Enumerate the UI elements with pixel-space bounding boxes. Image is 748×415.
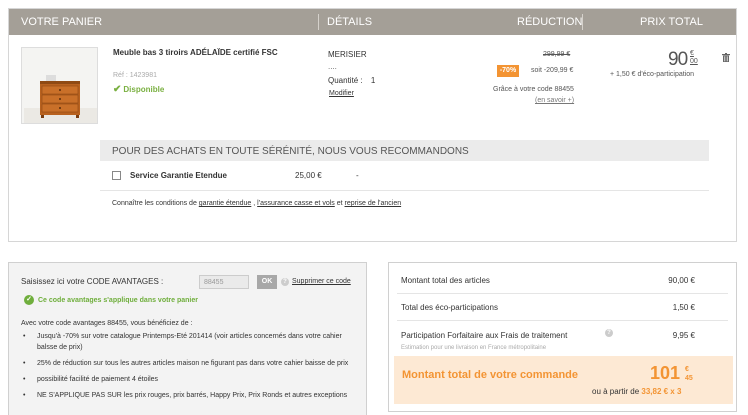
summary-value-fees: 9,95 €	[672, 331, 695, 340]
help-icon[interactable]: ?	[605, 329, 613, 337]
header-panier: VOTRE PANIER	[21, 16, 103, 28]
promo-intro: Avec votre code avantages 88455, vous bé…	[21, 320, 193, 327]
currency-symbol: €	[685, 366, 689, 373]
total-cents: € 45	[685, 365, 693, 383]
conditions-sep: et	[334, 200, 345, 207]
promo-label: Saisissez ici votre CODE AVANTAGES :	[21, 277, 164, 286]
header-reduction: RÉDUCTION	[517, 16, 583, 28]
total-cents-value: 45	[685, 375, 693, 382]
promo-code-input[interactable]	[199, 275, 249, 289]
header-divider	[318, 14, 319, 30]
header-details: DÉTAILS	[327, 16, 373, 28]
promo-panel: Saisissez ici votre CODE AVANTAGES : OK …	[8, 262, 367, 415]
takeback-link[interactable]: reprise de l'ancien	[345, 200, 402, 207]
summary-label-articles: Montant total des articles	[401, 276, 490, 285]
installments: ou à partir de 33,82 € x 3	[592, 387, 681, 396]
cart-panel: VOTRE PANIER DÉTAILS RÉDUCTION PRIX TOTA…	[8, 8, 737, 242]
check-icon: ✔	[113, 84, 122, 95]
summary-value-articles: 90,00 €	[668, 276, 695, 285]
summary-label-fees: Participation Forfaitaire aux Frais de t…	[401, 331, 568, 340]
modify-link[interactable]: Modifier	[329, 90, 354, 97]
product-name[interactable]: Meuble bas 3 tiroirs ADÉLAÏDE certifié F…	[113, 47, 303, 58]
list-item: possibilité facilité de paiement 4 étoil…	[23, 374, 358, 385]
remove-code-link[interactable]: Supprimer ce code	[292, 278, 351, 285]
trash-icon[interactable]	[722, 53, 730, 62]
insurance-link[interactable]: l'assurance casse et vols	[257, 200, 335, 207]
check-circle-icon: ✓	[24, 295, 34, 305]
summary-value-eco: 1,50 €	[672, 303, 695, 312]
success-text: Ce code avantages s'applique dans votre …	[38, 296, 198, 304]
learn-more-link[interactable]: (en savoir +)	[535, 97, 574, 104]
detail-extra: ....	[328, 62, 337, 71]
quantity: Quantité : 1	[328, 76, 375, 85]
service-name: Service Garantie Etendue	[130, 171, 227, 180]
currency-symbol: €	[690, 50, 694, 57]
help-icon[interactable]: ?	[281, 278, 289, 286]
service-price: 25,00 €	[295, 171, 322, 180]
product-image[interactable]	[21, 47, 98, 124]
list-item: 25% de réduction sur tous les autres art…	[23, 358, 358, 369]
delivery-note: Estimation pour une livraison en France …	[401, 345, 547, 351]
detail-color: MERISIER	[328, 50, 367, 59]
divider	[397, 320, 728, 321]
order-summary: Montant total des articles 90,00 € Total…	[388, 262, 737, 412]
conditions-prefix: Connaître les conditions de	[112, 200, 199, 207]
code-note: Grâce à votre code 88455	[493, 86, 574, 93]
total-box: Montant total de votre commande 101 € 45…	[394, 356, 733, 404]
warranty-link[interactable]: garantie étendue	[199, 200, 252, 207]
service-row: Service Garantie Etendue 25,00 € -	[100, 161, 709, 191]
divider	[397, 293, 728, 294]
service-extra: -	[356, 171, 359, 180]
availability-label: Disponible	[123, 85, 165, 94]
eco-fee: + 1,50 € d'éco-participation	[610, 71, 695, 78]
product-ref: Réf : 1423981	[113, 72, 157, 79]
header-prix-total: PRIX TOTAL	[640, 16, 703, 28]
list-item: NE S'APPLIQUE PAS SUR les prix rouges, p…	[23, 390, 358, 401]
benefits-list: Jusqu'à -70% sur votre catalogue Printem…	[23, 331, 358, 406]
price-cents: 00	[690, 58, 698, 65]
success-message: ✓ Ce code avantages s'applique dans votre…	[24, 295, 198, 305]
conditions-text: Connaître les conditions de garantie éte…	[112, 200, 401, 207]
discount-badge: -70%	[497, 65, 519, 77]
ok-button[interactable]: OK	[257, 275, 277, 289]
recommendations-header: POUR DES ACHATS EN TOUTE SÉRÉNITÉ, NOUS …	[100, 140, 709, 161]
cart-header: VOTRE PANIER DÉTAILS RÉDUCTION PRIX TOTA…	[9, 9, 736, 35]
installments-value: 33,82 € x 3	[641, 387, 682, 396]
quantity-value: 1	[370, 76, 376, 85]
total-label: Montant total de votre commande	[402, 369, 579, 381]
availability-status: ✔ Disponible	[113, 84, 164, 95]
saving-amount: soit -209,99 €	[531, 67, 574, 74]
old-price: 299,99 €	[543, 51, 571, 58]
item-price-cents: € 00	[690, 50, 698, 66]
summary-label-eco: Total des éco-participations	[401, 303, 498, 312]
installments-prefix: ou à partir de	[592, 387, 642, 396]
list-item: Jusqu'à -70% sur votre catalogue Printem…	[23, 331, 358, 353]
service-checkbox[interactable]	[112, 171, 121, 180]
total-amount: 101	[650, 363, 681, 383]
item-price: 90	[668, 49, 688, 70]
quantity-label: Quantité :	[328, 76, 363, 85]
dresser-image	[22, 48, 97, 123]
